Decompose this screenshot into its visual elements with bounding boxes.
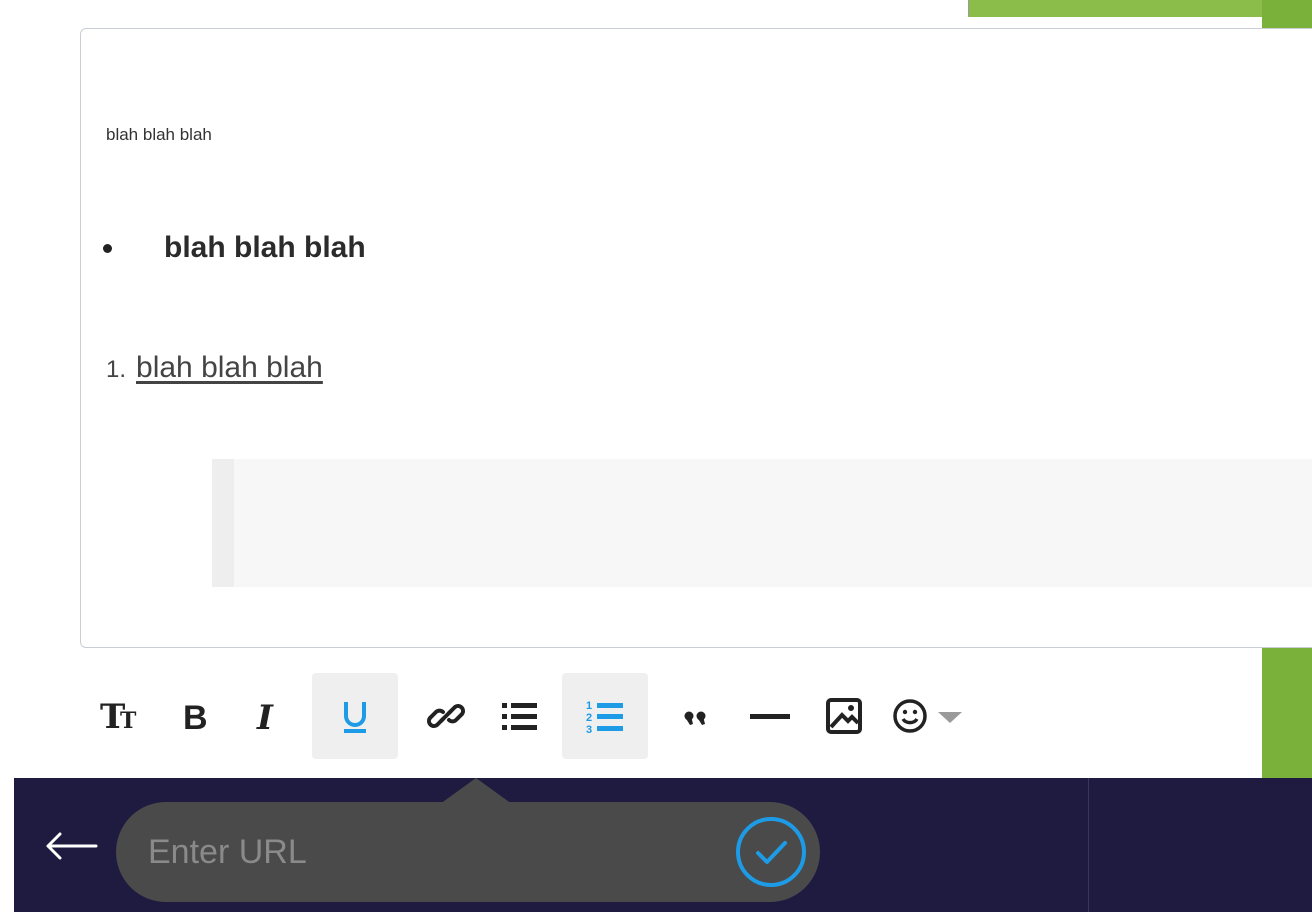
numbered-list-icon: 1 2 3: [586, 700, 623, 736]
link-popup: [116, 802, 820, 902]
emoji-button[interactable]: [886, 673, 972, 759]
ordered-list-number: 1.: [106, 356, 127, 383]
top-right-tab: [968, 0, 1263, 17]
svg-text:B: B: [183, 699, 208, 736]
formatting-toolbar: T T B I 1 2 3: [90, 672, 988, 760]
text-size-icon: T T: [100, 697, 137, 736]
emoji-icon: [893, 699, 927, 733]
bullet-list-button[interactable]: [488, 673, 552, 759]
image-button[interactable]: [812, 673, 876, 759]
bold-icon: B: [183, 699, 208, 736]
image-icon: [826, 698, 862, 734]
bullet-dot-icon: [103, 243, 112, 253]
svg-text:1: 1: [586, 700, 592, 712]
link-popup-pointer: [440, 778, 512, 804]
bullet-list-item-text: blah blah blah: [164, 231, 366, 264]
link-button[interactable]: [414, 673, 478, 759]
confirm-url-button[interactable]: [734, 815, 808, 889]
svg-text:I: I: [256, 698, 274, 736]
bullet-list-item: blah blah blah: [103, 231, 366, 265]
svg-text:2: 2: [586, 712, 592, 724]
bold-button[interactable]: B: [164, 673, 228, 759]
check-circle-icon: [736, 817, 806, 887]
chevron-down-icon: [938, 712, 962, 723]
horizontal-rule-icon: [750, 714, 790, 719]
blockquote-button[interactable]: [664, 673, 728, 759]
bottom-bar-divider: [1088, 778, 1089, 912]
italic-button[interactable]: I: [238, 673, 302, 759]
svg-text:3: 3: [586, 724, 592, 736]
url-input[interactable]: [146, 831, 734, 873]
blockquote-block[interactable]: [212, 459, 1312, 587]
horizontal-rule-button[interactable]: [738, 673, 802, 759]
ordered-list-item-text: blah blah blah: [136, 351, 323, 384]
bullet-list-icon: [502, 703, 537, 730]
paragraph-text: blah blah blah: [106, 125, 212, 144]
svg-text:T: T: [120, 708, 137, 734]
underline-button[interactable]: [312, 673, 398, 759]
blockquote-icon: [684, 711, 706, 725]
link-icon: [427, 704, 465, 728]
rich-text-editor[interactable]: blah blah blah blah blah blah 1. blah bla…: [80, 28, 1312, 648]
text-size-button[interactable]: T T: [90, 673, 154, 759]
italic-icon: I: [256, 698, 274, 736]
ordered-list-item: 1. blah blah blah: [106, 351, 323, 385]
back-arrow-icon[interactable]: [44, 826, 100, 866]
numbered-list-button[interactable]: 1 2 3: [562, 673, 648, 759]
underline-icon: [344, 702, 366, 733]
